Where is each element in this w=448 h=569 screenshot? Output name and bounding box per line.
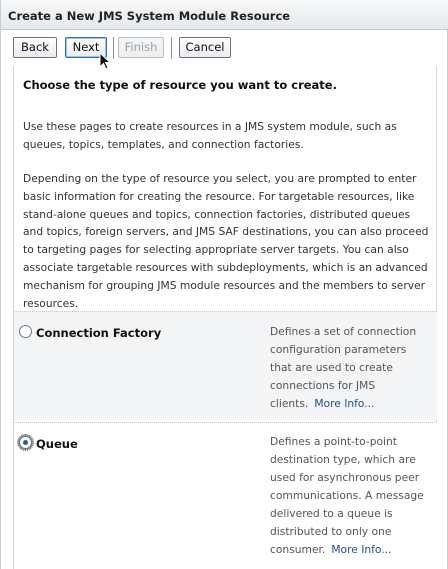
option-label-queue: Queue: [36, 437, 78, 451]
option-row-queue[interactable]: Queue Defines a point-to-point destinati…: [14, 422, 437, 569]
back-button[interactable]: Back: [13, 37, 57, 58]
cancel-button[interactable]: Cancel: [179, 37, 231, 58]
toolbar-separator: [113, 37, 114, 59]
finish-button[interactable]: Finish: [118, 37, 164, 58]
dialog-frame: Create a New JMS System Module Resource …: [0, 0, 448, 569]
title-bar: Create a New JMS System Module Resource: [1, 0, 448, 30]
wizard-toolbar: Back Next Finish Cancel: [13, 37, 443, 61]
intro-text: Use these pages to create resources in a…: [23, 120, 397, 151]
option-description-queue: Defines a point-to-point destination typ…: [270, 433, 430, 559]
radio-connection-factory[interactable]: [19, 325, 32, 338]
details-text: Depending on the type of resource you se…: [23, 172, 429, 310]
radio-queue[interactable]: [17, 434, 34, 451]
description-text: Defines a point-to-point destination typ…: [270, 435, 424, 556]
radio-selected-dot: [23, 440, 28, 445]
option-description-connection-factory: Defines a set of connection configuratio…: [270, 323, 430, 413]
option-row-connection-factory[interactable]: Connection Factory Defines a set of conn…: [14, 311, 437, 420]
content-panel: Choose the type of resource you want to …: [13, 66, 437, 569]
toolbar-separator: [171, 37, 172, 59]
dialog-title: Create a New JMS System Module Resource: [8, 9, 291, 23]
more-info-link[interactable]: More Info...: [314, 397, 374, 410]
section-heading: Choose the type of resource you want to …: [23, 78, 337, 92]
more-info-link[interactable]: More Info...: [331, 543, 391, 556]
option-label-connection-factory: Connection Factory: [36, 326, 162, 340]
